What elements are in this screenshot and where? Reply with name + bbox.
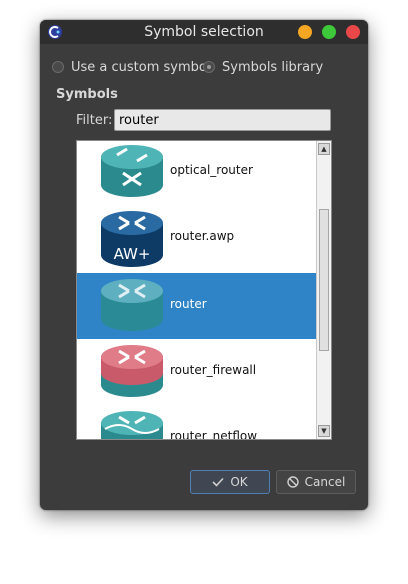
- ok-label: OK: [230, 475, 248, 489]
- router-icon: [101, 279, 163, 331]
- symbol-label: router: [170, 297, 207, 311]
- check-icon: [212, 477, 224, 487]
- list-scrollbar[interactable]: ▲ ▼: [316, 141, 331, 439]
- symbol-list[interactable]: optical_router AW+ router.awp router rou…: [76, 140, 332, 440]
- filter-label: Filter:: [76, 113, 113, 128]
- list-item[interactable]: router_firewall: [77, 339, 317, 405]
- cancel-label: Cancel: [304, 475, 346, 489]
- symbols-library-label: Symbols library: [222, 59, 324, 75]
- symbol-selection-dialog: Symbol selection Use a custom symbol Sym…: [40, 20, 368, 510]
- scroll-thumb[interactable]: [319, 209, 329, 351]
- awp-badge: AW+: [114, 245, 151, 263]
- radio-indicator-checked[interactable]: [203, 61, 215, 73]
- title-bar[interactable]: Symbol selection: [40, 20, 368, 44]
- router-firewall-icon: [101, 345, 163, 397]
- custom-symbol-radio[interactable]: Use a custom symbol: [52, 58, 210, 76]
- radio-indicator[interactable]: [52, 61, 64, 73]
- router-awp-icon: AW+: [101, 211, 163, 267]
- scroll-down-icon[interactable]: ▼: [318, 425, 330, 437]
- list-item[interactable]: AW+ router.awp: [77, 205, 317, 271]
- list-item[interactable]: optical_router: [77, 141, 317, 205]
- ok-button[interactable]: OK: [190, 470, 270, 494]
- router-netflow-icon: [101, 411, 163, 439]
- optical-router-icon: [101, 145, 163, 197]
- cancel-button[interactable]: Cancel: [276, 470, 356, 494]
- minimize-button[interactable]: [298, 25, 312, 39]
- close-button[interactable]: [346, 25, 360, 39]
- list-item[interactable]: router_netflow: [77, 405, 317, 440]
- cancel-icon: [286, 476, 299, 488]
- maximize-button[interactable]: [322, 25, 336, 39]
- symbols-library-radio[interactable]: Symbols library: [203, 58, 323, 76]
- symbols-group-title: Symbols: [56, 87, 118, 102]
- symbol-label: router_netflow: [170, 429, 258, 440]
- symbol-label: router_firewall: [170, 363, 257, 377]
- custom-symbol-label: Use a custom symbol: [71, 59, 211, 75]
- scroll-up-icon[interactable]: ▲: [318, 143, 330, 155]
- window-title: Symbol selection: [144, 24, 264, 40]
- symbol-label: optical_router: [170, 163, 253, 177]
- symbol-label: router.awp: [170, 229, 235, 243]
- list-item-selected[interactable]: router: [77, 273, 317, 339]
- filter-input[interactable]: [114, 109, 331, 131]
